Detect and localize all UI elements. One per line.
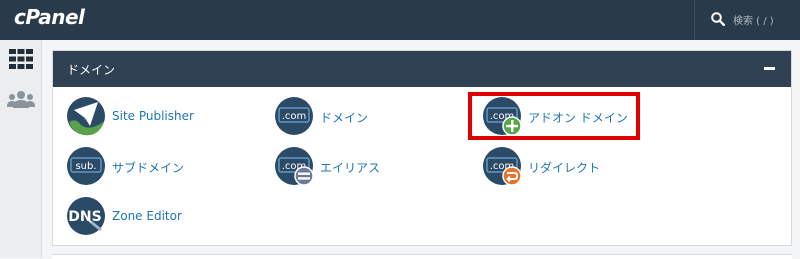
site-publisher-icon: [67, 97, 105, 136]
item-site-publisher[interactable]: Site Publisher: [66, 96, 196, 140]
top-bar: cPanel 検索 ( / ): [0, 0, 800, 40]
item-label: サブドメイン: [112, 161, 185, 175]
cpanel-logo[interactable]: cPanel: [14, 5, 85, 29]
com-text: .com: [282, 111, 307, 122]
highlight-box: [468, 92, 640, 140]
left-nav: [0, 40, 42, 258]
item-label: Site Publisher: [112, 109, 194, 123]
item-label: ドメイン: [320, 111, 369, 125]
item-redirects[interactable]: .com リダイレクト: [482, 146, 612, 190]
search-box[interactable]: 検索 ( / ): [694, 0, 800, 40]
dns-text: DNS: [68, 209, 101, 225]
panel-header[interactable]: ドメイン: [53, 51, 791, 87]
collapse-icon[interactable]: [764, 67, 775, 70]
panel-title: ドメイン: [67, 63, 116, 77]
item-domains[interactable]: .com ドメイン: [274, 96, 384, 140]
users-icon[interactable]: [7, 90, 35, 108]
subdomains-icon: sub.: [67, 147, 105, 185]
sub-text: sub.: [75, 161, 96, 172]
item-zone-editor[interactable]: DNS Zone Editor: [66, 196, 196, 240]
next-panel-edge: [52, 254, 792, 259]
item-label: Zone Editor: [112, 209, 182, 223]
zone-editor-icon: DNS: [67, 197, 105, 235]
search-input[interactable]: 検索 ( / ): [733, 12, 774, 27]
item-label: リダイレクト: [528, 161, 601, 175]
aliases-icon: .com: [275, 147, 314, 186]
redirects-icon: .com: [483, 147, 522, 186]
domains-com-icon: .com: [275, 97, 313, 135]
item-aliases[interactable]: .com エイリアス: [274, 146, 394, 190]
search-icon: [711, 12, 725, 26]
grid-apps-icon[interactable]: [9, 49, 33, 69]
item-subdomains[interactable]: sub. サブドメイン: [66, 146, 196, 190]
item-label: エイリアス: [320, 161, 381, 175]
